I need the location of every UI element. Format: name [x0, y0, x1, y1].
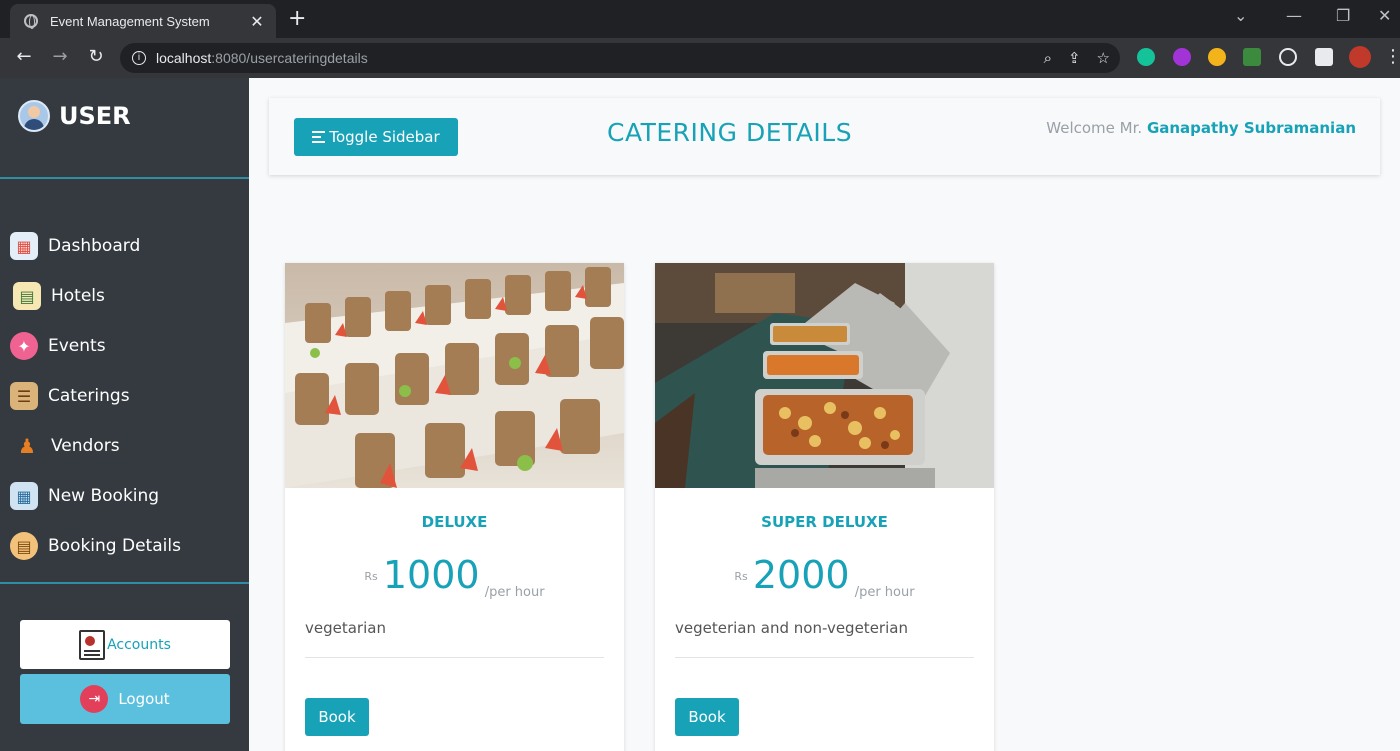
extension-yellow-icon[interactable]: [1208, 48, 1226, 66]
profile-avatar[interactable]: [1349, 46, 1371, 68]
page-title: CATERING DETAILS: [607, 118, 853, 147]
extensions-puzzle-icon[interactable]: [1315, 48, 1333, 66]
currency-label: Rs: [734, 570, 748, 583]
tab-title: Event Management System: [50, 13, 210, 29]
booking-details-icon: ▤: [10, 532, 38, 560]
back-icon[interactable]: ←: [12, 46, 36, 67]
accounts-icon: [79, 629, 106, 660]
user-name: Ganapathy Subramanian: [1146, 119, 1356, 137]
sidebar-item-label: Caterings: [48, 386, 130, 406]
sidebar-item-label: Vendors: [51, 436, 120, 456]
welcome-text: Welcome Mr. Ganapathy Subramanian: [1046, 119, 1356, 137]
accounts-label: Accounts: [107, 636, 171, 653]
close-window-icon[interactable]: ✕: [1378, 6, 1391, 25]
card-title: SUPER DELUXE: [761, 513, 888, 531]
toggle-sidebar-label: Toggle Sidebar: [329, 128, 440, 146]
bookmark-star-icon[interactable]: ☆: [1097, 49, 1110, 67]
logout-label: Logout: [118, 690, 170, 708]
sidebar-brand: USER: [18, 100, 131, 132]
react-devtools-icon[interactable]: [1279, 48, 1297, 66]
user-avatar-icon: [18, 100, 50, 132]
address-bar[interactable]: i localhost:8080/usercateringdetails ⌕ ⇪…: [120, 43, 1120, 73]
banquet-hall-image: [285, 263, 624, 488]
sidebar-item-hotels[interactable]: ▤ Hotels: [10, 271, 181, 321]
card-divider: [675, 657, 974, 658]
card-description: vegetarian: [305, 619, 386, 637]
share-icon[interactable]: ⇪: [1068, 49, 1081, 67]
page-header: Toggle Sidebar CATERING DETAILS Welcome …: [269, 98, 1380, 175]
card-price: Rs 1000 /per hour: [285, 553, 624, 600]
card-description: vegeterian and non-vegeterian: [675, 619, 908, 637]
sidebar-item-label: Events: [48, 336, 106, 356]
browser-menu-icon[interactable]: ⋮: [1384, 46, 1400, 67]
sidebar-item-new-booking[interactable]: ▦ New Booking: [10, 471, 181, 521]
card-divider: [305, 657, 604, 658]
card-price: Rs 2000 /per hour: [655, 553, 994, 600]
close-tab-icon[interactable]: ✕: [248, 12, 266, 31]
extension-purple-icon[interactable]: [1173, 48, 1191, 66]
dashboard-icon: ▦: [10, 232, 38, 260]
globe-icon: [24, 14, 38, 29]
sidebar-divider-bottom: [0, 582, 249, 584]
sidebar-item-dashboard[interactable]: ▦ Dashboard: [10, 221, 181, 271]
restore-icon[interactable]: ❐: [1336, 6, 1350, 25]
book-button[interactable]: Book: [675, 698, 739, 736]
catering-card-deluxe: DELUXE Rs 1000 /per hour vegetarian Book: [285, 263, 624, 751]
hotel-calendar-icon: ▤: [13, 282, 41, 310]
sidebar-menu: ▦ Dashboard ▤ Hotels ✦ Events ☰ Catering…: [10, 221, 181, 571]
sidebar-item-label: New Booking: [48, 486, 160, 506]
minimize-icon[interactable]: —: [1286, 6, 1302, 25]
logout-button[interactable]: ⇥ Logout: [20, 674, 230, 724]
new-booking-icon: ▦: [10, 482, 38, 510]
tab-search-icon[interactable]: ⌄: [1234, 6, 1247, 25]
sidebar-item-caterings[interactable]: ☰ Caterings: [10, 371, 181, 421]
price-amount: 1000: [382, 553, 480, 597]
sidebar-item-events[interactable]: ✦ Events: [10, 321, 181, 371]
zoom-icon[interactable]: ⌕: [1044, 49, 1052, 67]
buffet-chafing-dish-image: [655, 263, 994, 488]
accounts-button[interactable]: Accounts: [20, 620, 230, 669]
sidebar-item-label: Hotels: [51, 286, 105, 306]
sidebar-item-vendors[interactable]: ♟ Vendors: [10, 421, 181, 471]
browser-tab[interactable]: Event Management System ✕: [10, 4, 276, 38]
catering-card-super-deluxe: SUPER DELUXE Rs 2000 /per hour vegeteria…: [655, 263, 994, 751]
sidebar-divider-top: [0, 177, 249, 179]
web-page: USER ▦ Dashboard ▤ Hotels ✦ Events ☰ Cat…: [0, 78, 1400, 751]
vendor-icon: ♟: [18, 434, 36, 458]
new-tab-icon[interactable]: +: [288, 6, 306, 31]
book-button[interactable]: Book: [305, 698, 369, 736]
main-content: Toggle Sidebar CATERING DETAILS Welcome …: [249, 78, 1400, 751]
forward-icon[interactable]: →: [48, 46, 72, 67]
events-icon: ✦: [10, 332, 38, 360]
sidebar-item-booking-details[interactable]: ▤ Booking Details: [10, 521, 181, 571]
price-unit: /per hour: [854, 585, 915, 600]
catering-icon: ☰: [10, 382, 38, 410]
sidebar: USER ▦ Dashboard ▤ Hotels ✦ Events ☰ Cat…: [0, 78, 249, 751]
card-title: DELUXE: [421, 513, 488, 531]
currency-label: Rs: [364, 570, 378, 583]
logout-icon: ⇥: [80, 685, 109, 713]
brand-title: USER: [59, 102, 131, 130]
sidebar-item-label: Booking Details: [48, 536, 181, 556]
welcome-prefix: Welcome Mr.: [1046, 119, 1143, 137]
extension-tree-icon[interactable]: [1243, 48, 1261, 66]
price-unit: /per hour: [484, 585, 545, 600]
reload-icon[interactable]: ↻: [84, 46, 108, 67]
price-amount: 2000: [752, 553, 850, 597]
sidebar-item-label: Dashboard: [48, 236, 141, 256]
align-left-icon: [312, 131, 326, 143]
toggle-sidebar-button[interactable]: Toggle Sidebar: [294, 118, 458, 156]
browser-tab-strip: Event Management System ✕ + ⌄ — ❐ ✕: [0, 0, 1400, 38]
url-host: localhost: [156, 50, 212, 66]
grammarly-extension-icon[interactable]: [1137, 48, 1155, 66]
site-info-icon[interactable]: i: [132, 51, 146, 65]
url-path: :8080/usercateringdetails: [211, 50, 368, 66]
